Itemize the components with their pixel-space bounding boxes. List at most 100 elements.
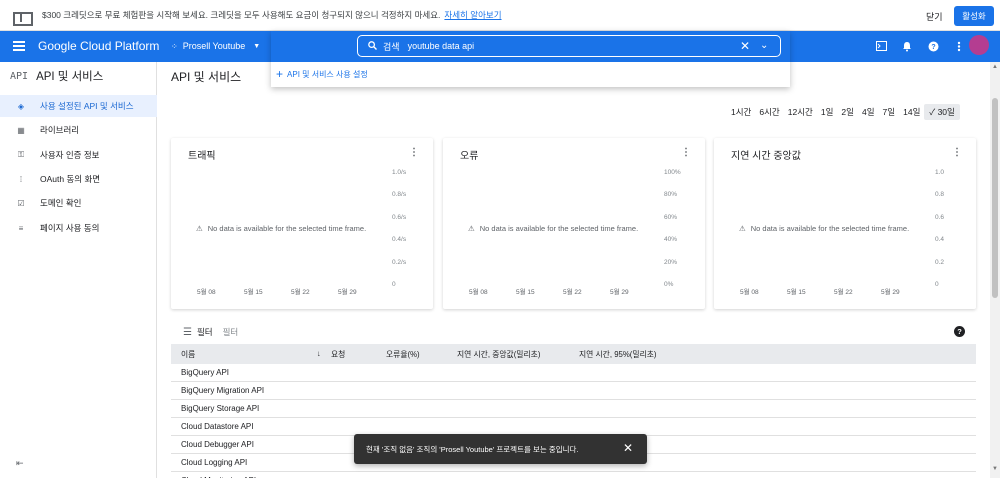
y-tick-label: 0 bbox=[935, 281, 939, 288]
errors-card: 오류 ⋮ ⚠ No data is available for the selec… bbox=[443, 138, 705, 309]
sidebar-item-oauth-consent[interactable]: ⁞ OAuth 동의 화면 bbox=[0, 168, 157, 190]
api-name-link[interactable]: BigQuery Storage API bbox=[181, 404, 259, 413]
x-tick-label: 5월 08 bbox=[469, 289, 488, 296]
sidebar-item-label: 라이브러리 bbox=[40, 125, 80, 135]
scroll-up-icon[interactable]: ▲ bbox=[992, 64, 998, 70]
y-tick-label: 0.4/s bbox=[392, 236, 407, 244]
filter-input[interactable]: 필터 bbox=[223, 326, 239, 338]
table-header: 이름 ↓ 요청 오류율(%) 지연 시간, 중앙값(밀리초) 지연 시간, 95… bbox=[171, 344, 976, 364]
cloud-shell-icon[interactable] bbox=[874, 39, 888, 53]
time-range-selector: 1시간 6시간 12시간 1일 2일 4일 7일 14일 ✓ 30일 bbox=[727, 104, 960, 120]
toast-message: 현재 '조직 없음' 조직의 'Prosell Youtube' 프로젝트를 보… bbox=[366, 445, 579, 454]
filter-bar: ☰ 필터 필터 ? bbox=[171, 322, 976, 342]
more-vert-icon[interactable]: ⋮ bbox=[681, 147, 691, 158]
sidebar-item-label: 도메인 확인 bbox=[40, 198, 82, 208]
table-row[interactable]: BigQuery Migration API bbox=[171, 382, 976, 400]
x-tick-label: 5월 08 bbox=[197, 289, 216, 296]
column-header-error-rate[interactable]: 오류율(%) bbox=[386, 349, 420, 360]
time-range-7d[interactable]: 7일 bbox=[879, 104, 900, 120]
time-range-12h[interactable]: 12시간 bbox=[784, 104, 817, 120]
add-icon: + bbox=[276, 67, 284, 81]
time-range-2d[interactable]: 2일 bbox=[837, 104, 858, 120]
sidebar-item-page-usage-agreements[interactable]: ≡ 페이지 사용 동의 bbox=[0, 217, 157, 239]
api-name-link[interactable]: Cloud Logging API bbox=[181, 458, 247, 467]
sidebar-item-library[interactable]: ▦ 라이브러리 bbox=[0, 119, 157, 141]
table-row[interactable]: Cloud Monitoring API bbox=[171, 472, 976, 478]
column-header-name[interactable]: 이름 bbox=[181, 349, 195, 360]
sidebar-title: API 및 서비스 bbox=[36, 71, 104, 83]
help-icon[interactable]: ? bbox=[954, 326, 965, 337]
sidebar-item-label: OAuth 동의 화면 bbox=[40, 174, 101, 184]
time-range-14d[interactable]: 14일 bbox=[899, 104, 924, 120]
chevron-down-icon[interactable]: ⌄ bbox=[760, 40, 768, 51]
x-tick-label: 5월 15 bbox=[516, 289, 535, 296]
key-icon: ⚿ bbox=[17, 150, 25, 159]
collapse-sidebar-icon[interactable]: ⇤ bbox=[16, 458, 24, 469]
api-name-link[interactable]: Cloud Datastore API bbox=[181, 422, 253, 431]
sidebar-item-label: 페이지 사용 동의 bbox=[40, 223, 100, 233]
notifications-icon[interactable] bbox=[900, 39, 914, 53]
y-tick-label: 80% bbox=[664, 191, 678, 199]
median-latency-card: 지연 시간 중앙값 ⋮ ⚠ No data is available for th… bbox=[714, 138, 976, 309]
scrollbar-thumb[interactable] bbox=[992, 98, 998, 298]
y-tick-label: 0.2 bbox=[935, 258, 945, 266]
brand-logo[interactable]: Google Cloud Platform bbox=[38, 39, 159, 53]
scroll-down-icon[interactable]: ▼ bbox=[992, 466, 998, 472]
table-row[interactable]: BigQuery API bbox=[171, 364, 976, 382]
column-header-latency-95[interactable]: 지연 시간, 95%(밀리초) bbox=[579, 349, 657, 360]
activate-button[interactable]: 활성화 bbox=[954, 6, 994, 26]
x-tick-label: 5월 22 bbox=[563, 289, 582, 296]
page-scrollbar[interactable]: ▲ ▼ bbox=[990, 62, 1000, 478]
help-icon[interactable]: ? bbox=[926, 39, 940, 53]
sidebar: API API 및 서비스 ◈ 사용 설정된 API 및 서비스 ▦ 라이브러리… bbox=[0, 62, 157, 478]
avatar[interactable] bbox=[969, 35, 989, 55]
api-name-link[interactable]: BigQuery Migration API bbox=[181, 386, 264, 395]
more-vert-icon[interactable] bbox=[952, 39, 966, 53]
y-tick-label: 100% bbox=[664, 169, 681, 176]
sidebar-item-credentials[interactable]: ⚿ 사용자 인증 정보 bbox=[0, 144, 157, 166]
diamond-icon: ◈ bbox=[17, 101, 25, 111]
card-title: 오류 bbox=[460, 151, 479, 162]
menu-icon[interactable] bbox=[13, 41, 25, 51]
api-name-link[interactable]: BigQuery API bbox=[181, 368, 229, 377]
no-data-text: No data is available for the selected ti… bbox=[207, 224, 367, 233]
filter-icon[interactable]: ☰ bbox=[183, 327, 192, 338]
api-icon: API bbox=[10, 70, 29, 82]
column-header-requests[interactable]: 요청 bbox=[331, 349, 345, 360]
promo-learn-more-link[interactable]: 자세히 알아보기 bbox=[444, 9, 501, 21]
warning-icon: ⚠ bbox=[196, 224, 203, 233]
sidebar-item-enabled-apis[interactable]: ◈ 사용 설정된 API 및 서비스 bbox=[0, 95, 157, 117]
y-tick-label: 0.6 bbox=[935, 213, 945, 221]
table-row[interactable]: BigQuery Storage API bbox=[171, 400, 976, 418]
close-icon[interactable]: ✕ bbox=[623, 441, 633, 455]
project-selector[interactable]: ⁘ Prosell Youtube ▼ bbox=[171, 41, 260, 51]
x-tick-label: 5월 29 bbox=[338, 289, 357, 296]
search-value[interactable]: youtube data api bbox=[408, 41, 475, 51]
search-label: 검색 bbox=[383, 41, 400, 52]
close-icon[interactable]: ✕ bbox=[740, 39, 750, 53]
time-range-6h[interactable]: 6시간 bbox=[755, 104, 783, 120]
time-range-4d[interactable]: 4일 bbox=[858, 104, 879, 120]
search-input[interactable]: 검색 youtube data api ✕ ⌄ bbox=[357, 35, 781, 57]
no-data-message: ⚠ No data is available for the selected t… bbox=[739, 224, 909, 233]
sort-arrow-icon[interactable]: ↓ bbox=[317, 349, 321, 358]
time-range-1h[interactable]: 1시간 bbox=[727, 104, 755, 120]
time-range-30d[interactable]: ✓ 30일 bbox=[924, 104, 960, 120]
x-tick-label: 5월 22 bbox=[291, 289, 310, 296]
x-tick-label: 5월 08 bbox=[740, 289, 759, 296]
more-vert-icon[interactable]: ⋮ bbox=[409, 147, 419, 158]
project-toast: 현재 '조직 없음' 조직의 'Prosell Youtube' 프로젝트를 보… bbox=[354, 434, 647, 464]
promo-close-button[interactable]: 닫기 bbox=[926, 10, 943, 23]
sidebar-item-domain-verification[interactable]: ☑ 도메인 확인 bbox=[0, 192, 157, 214]
api-name-link[interactable]: Cloud Debugger API bbox=[181, 440, 254, 449]
settings-list-icon: ≡ bbox=[18, 223, 24, 233]
more-vert-icon[interactable]: ⋮ bbox=[952, 147, 962, 158]
search-suggestion-enable-apis[interactable]: + API 및 서비스 사용 설정 bbox=[276, 67, 368, 81]
promo-banner: $300 크레딧으로 무료 체험판을 시작해 보세요. 크레딧을 모두 사용해도… bbox=[0, 0, 1000, 31]
column-header-latency-median[interactable]: 지연 시간, 중앙값(밀리초) bbox=[457, 349, 540, 360]
y-tick-label: 60% bbox=[664, 213, 678, 221]
time-range-1d[interactable]: 1일 bbox=[817, 104, 838, 120]
sidebar-item-label: 사용자 인증 정보 bbox=[40, 150, 100, 160]
page-title: API 및 서비스 bbox=[171, 70, 242, 84]
y-tick-label: 0 bbox=[392, 281, 396, 288]
